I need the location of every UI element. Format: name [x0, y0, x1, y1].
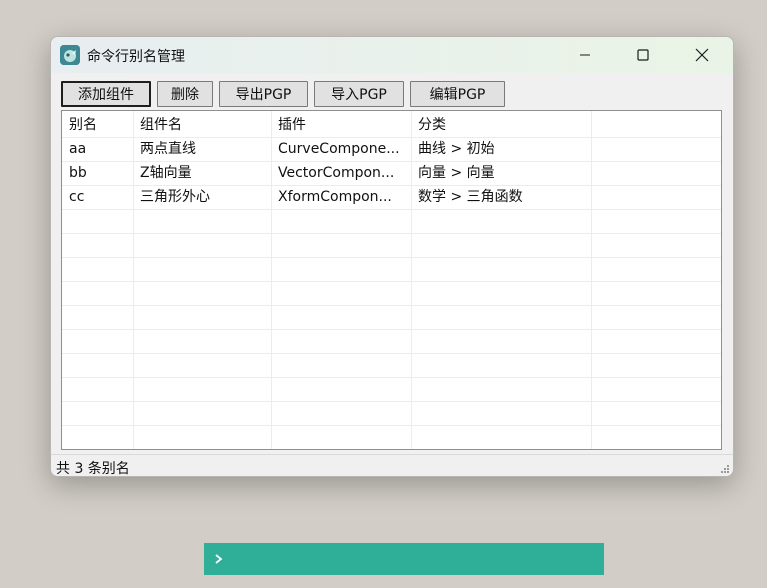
row-divider: [62, 257, 721, 258]
table-cell[interactable]: Z轴向量: [133, 161, 271, 185]
table-cell[interactable]: 向量 > 向量: [411, 161, 591, 185]
row-divider: [62, 377, 721, 378]
alias-table[interactable]: 别名 组件名 插件 分类 aa 两点直线 CurveCompone... 曲线 > 初始 bb Z…: [61, 110, 722, 450]
column-header[interactable]: 分类: [411, 113, 591, 137]
row-divider: [62, 329, 721, 330]
alias-manager-window: 命令行别名管理 添加组件 删除 导出PGP 导入PGP 编辑PGP 别名 组件名插…: [50, 36, 734, 477]
status-bar: 共 3 条别名: [51, 454, 733, 477]
maximize-icon: [637, 49, 649, 61]
table-cell[interactable]: bb: [62, 161, 133, 185]
maximize-button[interactable]: [614, 37, 672, 73]
table-cell[interactable]: aa: [62, 137, 133, 161]
table-cell[interactable]: cc: [62, 185, 133, 209]
table-cell[interactable]: 曲线 > 初始: [411, 137, 591, 161]
row-divider: [62, 281, 721, 282]
import-pgp-button[interactable]: 导入PGP: [314, 81, 404, 107]
command-console-bar[interactable]: [204, 543, 604, 575]
add-component-button[interactable]: 添加组件: [61, 81, 151, 107]
row-divider: [62, 449, 721, 450]
title-bar[interactable]: 命令行别名管理: [51, 37, 733, 73]
resize-grip-icon[interactable]: [720, 464, 730, 474]
row-divider: [62, 401, 721, 402]
minimize-icon: [580, 54, 590, 56]
table-cell[interactable]: XformCompon...: [271, 185, 411, 209]
column-header[interactable]: 别名: [62, 113, 133, 137]
table-cell[interactable]: 两点直线: [133, 137, 271, 161]
row-divider: [62, 233, 721, 234]
table-cell[interactable]: CurveCompone...: [271, 137, 411, 161]
table-cell[interactable]: 三角形外心: [133, 185, 271, 209]
column-header[interactable]: 插件: [271, 113, 411, 137]
minimize-button[interactable]: [556, 37, 614, 73]
edit-pgp-button[interactable]: 编辑PGP: [410, 81, 505, 107]
row-divider: [62, 425, 721, 426]
close-button[interactable]: [673, 37, 731, 73]
window-title: 命令行别名管理: [87, 49, 185, 65]
table-cell[interactable]: VectorCompon...: [271, 161, 411, 185]
column-header[interactable]: 组件名: [133, 113, 271, 137]
row-divider: [62, 305, 721, 306]
chevron-right-icon: [215, 554, 223, 564]
row-divider: [62, 353, 721, 354]
status-text: 共 3 条别名: [56, 461, 130, 477]
app-logo-icon: [60, 45, 80, 65]
row-divider: [62, 209, 721, 210]
close-icon: [695, 48, 709, 62]
export-pgp-button[interactable]: 导出PGP: [219, 81, 308, 107]
table-cell[interactable]: 数学 > 三角函数: [411, 185, 591, 209]
delete-button[interactable]: 删除: [157, 81, 213, 107]
